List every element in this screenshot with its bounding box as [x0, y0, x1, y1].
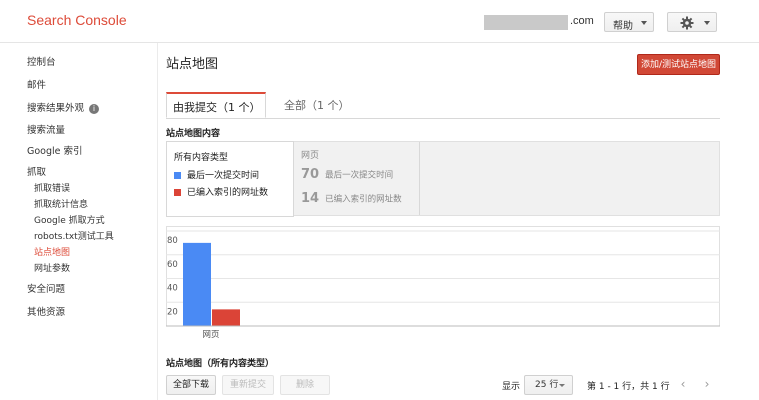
legend-swatch [174, 189, 181, 196]
help-label: 帮助 [613, 21, 633, 32]
summary-row-submitted: 70 最后一次提交时间 [301, 164, 393, 183]
sidebar-item-crawl-errors[interactable]: 抓取错误 [34, 181, 70, 194]
sidebar-item-robots-tester[interactable]: robots.txt测试工具 [34, 229, 114, 242]
content-section-label: 站点地图内容 [166, 129, 221, 139]
legend-item-submitted: 最后一次提交时间 [174, 168, 259, 181]
top-bar: Search Console .com 帮助 [0, 0, 759, 43]
settings-button[interactable] [667, 12, 717, 32]
sidebar-item-messages[interactable]: 邮件 [27, 77, 46, 91]
next-page-button[interactable]: › [696, 375, 718, 395]
sidebar-item-search-appearance[interactable]: 搜索结果外观 i [27, 100, 100, 114]
help-button[interactable]: 帮助 [604, 12, 654, 32]
download-all-button[interactable]: 全部下载 [166, 375, 216, 395]
bar-submitted [183, 242, 211, 326]
sidebar-item-crawl-stats[interactable]: 抓取统计信息 [34, 197, 88, 210]
summary-label: 已编入索引的网址数 [325, 194, 402, 205]
y-tick-label: 20 [167, 307, 178, 317]
rows-value: 25 行 [535, 380, 559, 390]
chevron-down-icon [559, 384, 565, 387]
tab-submitted-by-me[interactable]: 由我提交（1 个） [166, 92, 266, 118]
sidebar-item-label: 搜索结果外观 [27, 103, 85, 114]
legend-item-indexed: 已编入索引的网址数 [174, 185, 268, 198]
content-type-legend[interactable]: 所有内容类型 最后一次提交时间 已编入索引的网址数 [166, 141, 294, 217]
sidebar-item-security-issues[interactable]: 安全问题 [27, 281, 65, 295]
domain-suffix: .com [570, 15, 594, 27]
sidebar-item-google-index[interactable]: Google 索引 [27, 143, 83, 157]
summary-row-indexed: 14 已编入索引的网址数 [301, 188, 402, 207]
page-title: 站点地图 [166, 57, 219, 72]
chevron-down-icon [641, 21, 647, 25]
delete-button[interactable]: 删除 [280, 375, 330, 395]
y-tick-label: 80 [167, 236, 178, 246]
y-tick-label: 40 [167, 284, 178, 294]
sitemap-chart: 20 40 60 80 网页 [166, 226, 720, 342]
sidebar-item-crawl[interactable]: 抓取 [27, 164, 46, 178]
chevron-down-icon [704, 21, 710, 25]
summary-label: 最后一次提交时间 [325, 170, 394, 181]
sidebar-item-fetch-as-google[interactable]: Google 抓取方式 [34, 213, 105, 226]
legend-label: 最后一次提交时间 [187, 171, 260, 181]
summary-panel: 所有内容类型 最后一次提交时间 已编入索引的网址数 网页 70 最后一次提交时间 … [166, 141, 720, 217]
bar-chart: 20 40 60 80 网页 [166, 226, 720, 340]
pagination-range: 第 1 - 1 行，共 1 行 [587, 382, 670, 392]
table-toolbar: 全部下载 重新提交 删除 显示 25 行 第 1 - 1 行，共 1 行 ‹ › [166, 375, 720, 397]
legend-label: 已编入索引的网址数 [187, 188, 269, 198]
sidebar-item-url-parameters[interactable]: 网址参数 [34, 261, 70, 274]
sidebar-item-sitemaps[interactable]: 站点地图 [34, 245, 70, 258]
domain-redacted [484, 15, 568, 30]
previous-page-button[interactable]: ‹ [672, 375, 694, 395]
tab-bar: 由我提交（1 个） 全部（1 个） [166, 92, 720, 119]
summary-value: 70 [301, 167, 320, 182]
table-section-label: 站点地图（所有内容类型） [166, 359, 275, 369]
gear-icon [680, 16, 694, 30]
y-tick-label: 60 [167, 260, 178, 270]
sidebar-item-other-resources[interactable]: 其他资源 [27, 304, 65, 318]
sidebar-item-dashboard[interactable]: 控制台 [27, 54, 56, 68]
plot-area [166, 226, 720, 327]
summary-webpages: 网页 70 最后一次提交时间 14 已编入索引的网址数 [294, 142, 420, 215]
rows-per-page-select[interactable]: 25 行 [524, 375, 573, 395]
summary-heading: 网页 [301, 151, 320, 161]
show-label: 显示 [502, 382, 521, 392]
sidebar-item-search-traffic[interactable]: 搜索流量 [27, 122, 65, 136]
tab-all[interactable]: 全部（1 个） [284, 92, 350, 118]
add-test-sitemap-button[interactable]: 添加/测试站点地图 [637, 54, 720, 75]
info-icon[interactable]: i [89, 103, 100, 114]
legend-swatch [174, 172, 181, 179]
bar-indexed [212, 309, 240, 326]
sidebar: 控制台 邮件 搜索结果外观 i 搜索流量 Google 索引 抓取 抓取错误 抓取… [0, 43, 158, 400]
summary-value: 14 [301, 191, 320, 206]
app-logo[interactable]: Search Console [27, 12, 127, 28]
legend-title: 所有内容类型 [174, 153, 229, 163]
resubmit-button[interactable]: 重新提交 [222, 375, 274, 395]
x-tick-label: 网页 [202, 330, 219, 340]
